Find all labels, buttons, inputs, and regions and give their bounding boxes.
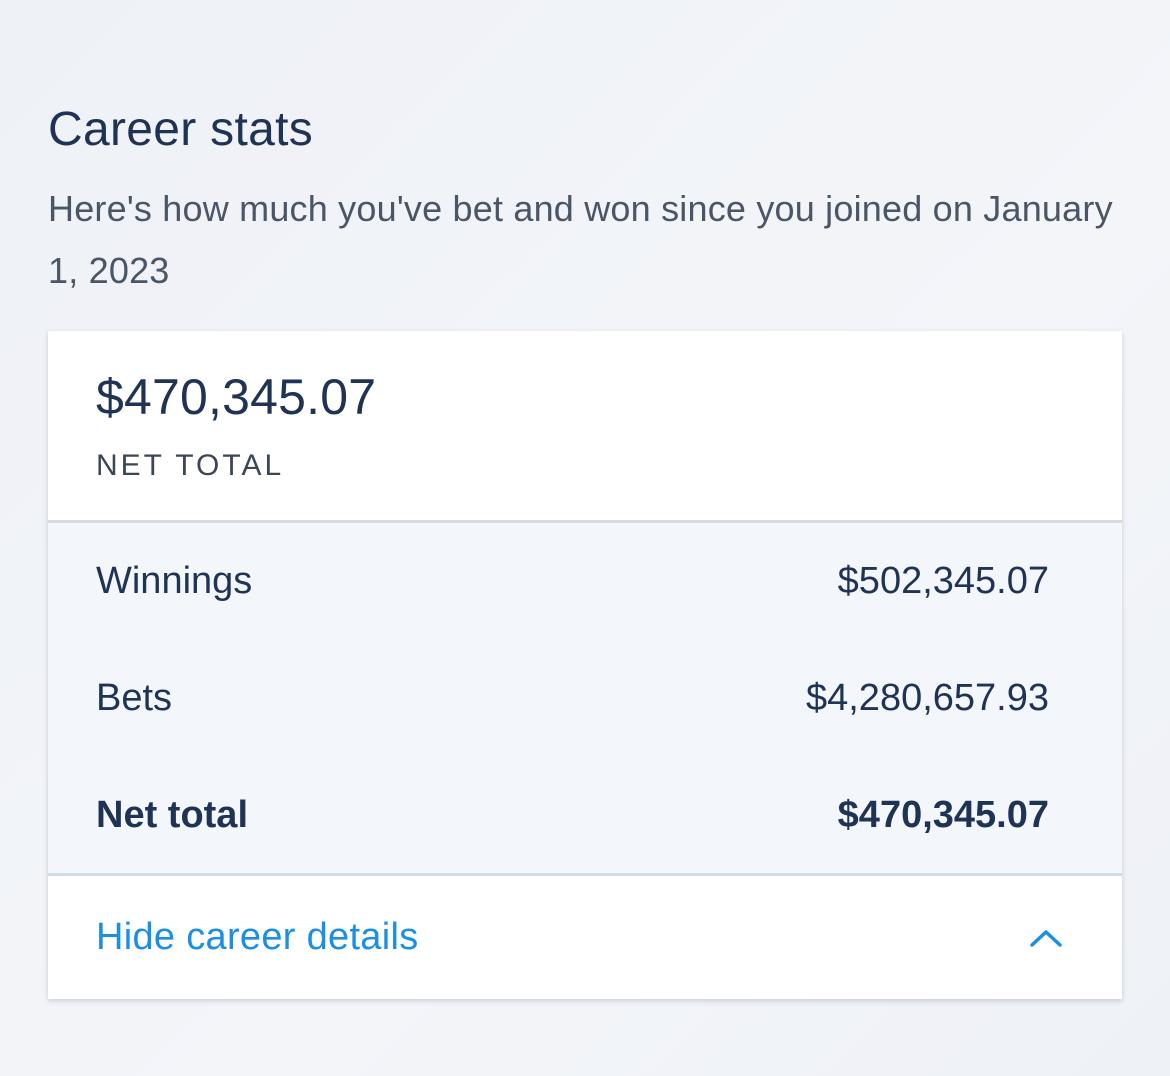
page-title: Career stats (48, 103, 314, 156)
career-details: Winnings $502,345.07 Bets $4,280,657.93 … (48, 523, 1122, 876)
net-total-amount: $470,345.07 (96, 369, 377, 425)
bets-label: Bets (96, 677, 173, 719)
career-stats-card: $470,345.07 NET TOTAL Winnings $502,345.… (48, 331, 1122, 999)
winnings-row: Winnings $502,345.07 (96, 523, 1049, 640)
bets-row: Bets $4,280,657.93 (96, 640, 1049, 757)
hide-career-details-label: Hide career details (96, 916, 419, 958)
winnings-label: Winnings (96, 560, 253, 602)
chevron-up-icon (1028, 920, 1064, 956)
hide-career-details-button[interactable]: Hide career details (48, 876, 1122, 999)
bets-value: $4,280,657.93 (805, 677, 1049, 719)
net-total-label: NET TOTAL (96, 449, 285, 482)
net-total-row: Net total $470,345.07 (96, 757, 1049, 874)
career-stats-header: Career stats Here's how much you've bet … (48, 100, 1122, 302)
winnings-value: $502,345.07 (837, 560, 1049, 602)
net-total-summary: $470,345.07 NET TOTAL (48, 331, 1122, 523)
page-subtitle: Here's how much you've bet and won since… (48, 188, 1113, 291)
net-total-row-value: $470,345.07 (837, 794, 1049, 836)
net-total-row-label: Net total (96, 794, 248, 836)
